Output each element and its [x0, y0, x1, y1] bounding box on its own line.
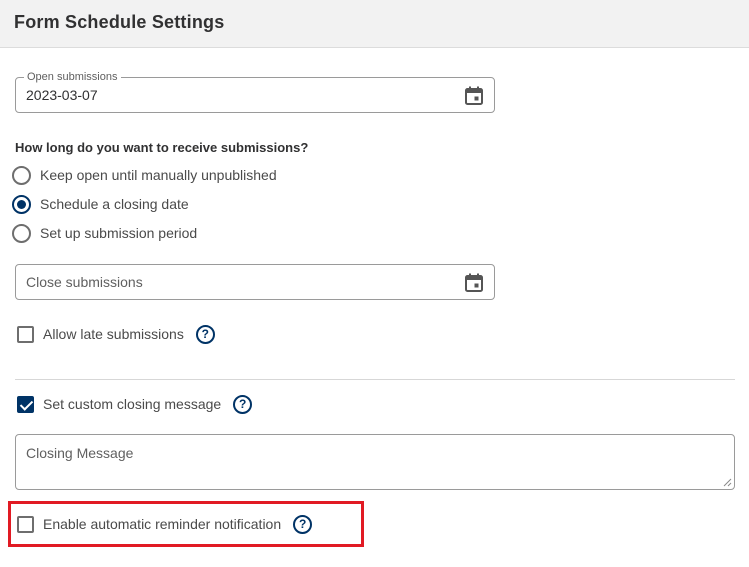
- allow-late-submissions-checkbox[interactable]: [17, 325, 34, 343]
- radio-keep-open[interactable]: Keep open until manually unpublished: [12, 164, 277, 186]
- resize-handle-icon[interactable]: [723, 478, 732, 487]
- radio-button[interactable]: [12, 165, 31, 185]
- radio-button[interactable]: [12, 223, 31, 243]
- open-submissions-label: Open submissions: [24, 71, 121, 83]
- open-submissions-value[interactable]: 2023-03-07: [26, 87, 98, 103]
- custom-closing-message-checkbox[interactable]: [17, 395, 34, 413]
- close-submissions-placeholder: Close submissions: [26, 274, 143, 290]
- reminder-notification-checkbox[interactable]: [17, 515, 34, 533]
- page-title: Form Schedule Settings: [14, 12, 225, 32]
- radio-button-selected[interactable]: [12, 194, 31, 214]
- calendar-icon[interactable]: [465, 86, 483, 105]
- radio-label: Keep open until manually unpublished: [40, 167, 277, 183]
- radio-label: Set up submission period: [40, 225, 198, 241]
- closing-message-textarea[interactable]: Closing Message: [15, 434, 735, 490]
- help-icon[interactable]: ?: [195, 324, 215, 344]
- reminder-notification-label: Enable automatic reminder notification: [43, 516, 282, 532]
- close-submissions-date-field[interactable]: Close submissions: [15, 264, 495, 300]
- radio-label: Schedule a closing date: [40, 196, 189, 212]
- allow-late-submissions-label: Allow late submissions: [43, 326, 184, 342]
- help-icon[interactable]: ?: [293, 514, 313, 534]
- calendar-icon[interactable]: [465, 273, 483, 292]
- custom-closing-message-label: Set custom closing message: [43, 396, 222, 412]
- radio-schedule-closing-date[interactable]: Schedule a closing date: [12, 193, 189, 215]
- section-divider: [15, 379, 735, 380]
- radio-submission-period[interactable]: Set up submission period: [12, 222, 197, 244]
- custom-closing-message-row[interactable]: Set custom closing message ?: [17, 393, 253, 415]
- submission-duration-question: How long do you want to receive submissi…: [15, 140, 309, 155]
- open-submissions-date-field[interactable]: Open submissions 2023-03-07: [15, 71, 495, 113]
- closing-message-placeholder: Closing Message: [26, 445, 134, 461]
- help-icon[interactable]: ?: [233, 394, 253, 414]
- allow-late-submissions-row[interactable]: Allow late submissions ?: [17, 323, 215, 345]
- page-header: Form Schedule Settings: [0, 0, 749, 48]
- reminder-notification-row[interactable]: Enable automatic reminder notification ?: [17, 513, 313, 535]
